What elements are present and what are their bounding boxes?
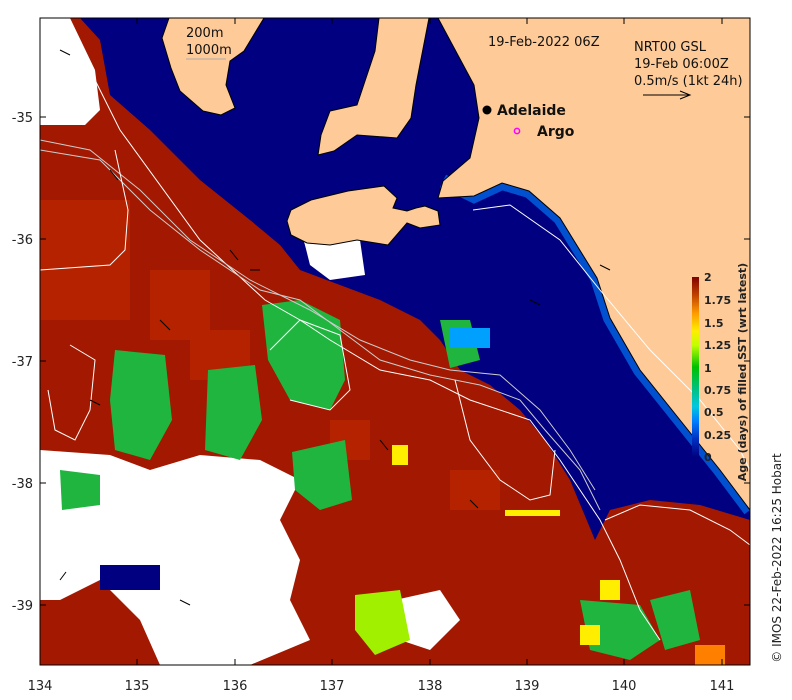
colorbar-tick: 1.5: [704, 317, 724, 330]
x-tick-label: 135: [125, 679, 150, 694]
x-axis-labels: 134 135 136 137 138 139 140 141: [28, 679, 735, 694]
sst-age-map: 134 135 136 137 138 139 140 141 -35 -36 …: [12, 17, 784, 694]
colorbar-tick: 1: [704, 362, 712, 375]
colorbar-tick: 1.75: [704, 294, 731, 307]
credit-label: © IMOS 22-Feb-2022 16:25 Hobart: [770, 453, 784, 663]
y-axis-labels: -35 -36 -37 -38 -39: [12, 111, 33, 614]
current-time-label: 19-Feb 06:00Z: [634, 57, 729, 72]
x-tick-label: 139: [515, 679, 540, 694]
y-tick-label: -37: [12, 355, 33, 370]
adelaide-label: Adelaide: [497, 103, 566, 119]
colorbar-title: Age (days) of filled SST (wrt latest): [736, 263, 749, 481]
contour-legend-200m: 200m: [186, 26, 223, 41]
date-label: 19-Feb-2022 06Z: [488, 35, 600, 50]
colorbar-tick: 0.5: [704, 406, 724, 419]
adelaide-marker-icon: [482, 105, 492, 115]
y-tick-label: -38: [12, 477, 33, 492]
x-tick-label: 138: [418, 679, 443, 694]
colorbar-tick: 2: [704, 271, 712, 284]
y-tick-label: -35: [12, 111, 33, 126]
x-tick-label: 137: [320, 679, 345, 694]
y-tick-label: -39: [12, 599, 33, 614]
argo-label: Argo: [537, 124, 575, 140]
x-tick-label: 136: [223, 679, 248, 694]
colorbar: [692, 277, 699, 457]
x-tick-label: 140: [612, 679, 637, 694]
current-scale-label: 0.5m/s (1kt 24h): [634, 74, 743, 89]
contour-legend-1000m: 1000m: [186, 43, 232, 58]
x-tick-label: 141: [710, 679, 735, 694]
light-blue-patch: [450, 328, 490, 348]
current-source-label: NRT00 GSL: [634, 40, 707, 55]
colorbar-tick: 0: [704, 451, 712, 464]
colorbar-tick: 0.75: [704, 384, 731, 397]
colorbar-tick: 1.25: [704, 339, 731, 352]
y-tick-label: -36: [12, 233, 33, 248]
x-tick-label: 134: [28, 679, 53, 694]
map-area: [40, 18, 750, 665]
colorbar-tick: 0.25: [704, 429, 731, 442]
